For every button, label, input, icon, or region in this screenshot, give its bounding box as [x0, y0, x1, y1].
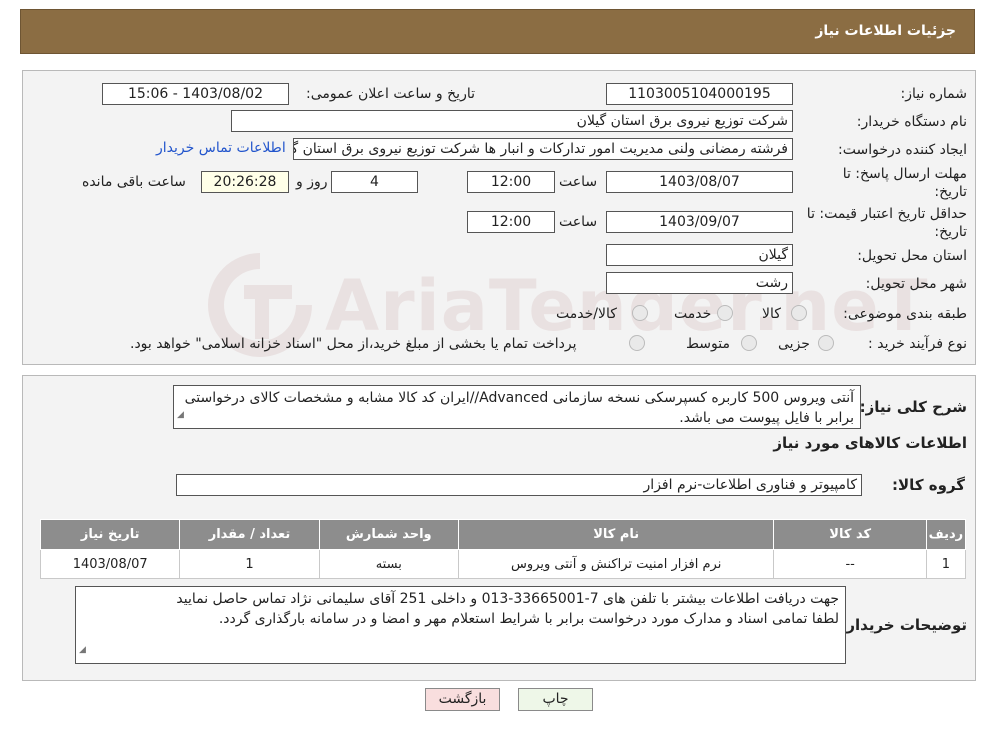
city-field: رشت: [606, 272, 793, 294]
cell-goods-name: نرم افزار امنیت تراکنش و آنتی ویروس: [457, 549, 775, 579]
cell-row-number: 1: [925, 549, 967, 579]
category-radio-goods[interactable]: [791, 305, 807, 321]
buyer-notes-line-2: لطفا تمامی اسناد و مدارک مورد درخواست بر…: [218, 611, 839, 627]
process-note: پرداخت تمام یا بخشی از مبلغ خرید،از محل …: [130, 336, 577, 352]
page-title: جزئیات اطلاعات نیاز: [815, 23, 956, 39]
reply-date-field: 1403/08/07: [606, 171, 793, 193]
remaining-time-field: 20:26:28: [201, 171, 289, 193]
process-radio-minor[interactable]: [818, 335, 834, 351]
goods-info-title: اطلاعات کالاهای مورد نیاز: [773, 434, 967, 452]
process-label: نوع فرآیند خرید :: [868, 336, 967, 352]
cell-goods-code: --: [773, 549, 927, 579]
announce-label: تاریخ و ساعت اعلان عمومی:: [306, 86, 475, 102]
page-header: جزئیات اطلاعات نیاز: [20, 9, 975, 54]
process-option-medium: متوسط: [686, 336, 730, 352]
buyer-org-field: شرکت توزیع نیروی برق استان گیلان: [231, 110, 793, 132]
goods-table: ردیف کد کالا نام کالا واحد شمارش تعداد /…: [39, 519, 967, 579]
price-validity-label: حداقل تاریخ اعتبار قیمت: تا: [806, 206, 967, 222]
announce-field: 1403/08/02 - 15:06: [102, 83, 289, 105]
need-number-field: 1103005104000195: [606, 83, 793, 105]
buyer-contact-link[interactable]: اطلاعات تماس خریدار: [156, 140, 286, 156]
need-number-label: شماره نیاز:: [900, 86, 968, 102]
goods-table-header: ردیف کد کالا نام کالا واحد شمارش تعداد /…: [39, 519, 967, 550]
table-row: 1 -- نرم افزار امنیت تراکنش و آنتی ویروس…: [39, 549, 967, 579]
category-option-goods: کالا: [762, 306, 781, 322]
buyer-notes-line-1: جهت دریافت اطلاعات بیشتر با تلفن های 7-3…: [176, 591, 839, 607]
category-radio-service[interactable]: [717, 305, 733, 321]
col-goods-name: نام کالا: [457, 519, 775, 550]
resize-grip-icon[interactable]: ◢: [177, 405, 184, 425]
buyer-org-label: نام دستگاه خریدار:: [856, 114, 967, 130]
col-goods-code: کد کالا: [773, 519, 927, 550]
goods-group-label: گروه کالا:: [892, 476, 965, 494]
col-unit: واحد شمارش: [318, 519, 459, 550]
category-option-service: خدمت: [674, 306, 712, 322]
reply-deadline-label-2: تاریخ:: [934, 184, 967, 200]
price-date-field: 1403/09/07: [606, 211, 793, 233]
col-need-date: تاریخ نیاز: [39, 519, 181, 550]
treasury-checkbox[interactable]: [629, 335, 645, 351]
province-label: استان محل تحویل:: [857, 248, 967, 264]
price-validity-label-2: تاریخ:: [934, 224, 967, 240]
province-field: گیلان: [606, 244, 793, 266]
reply-time-label: ساعت: [559, 174, 598, 190]
reply-time-field: 12:00: [467, 171, 555, 193]
category-label: طبقه بندی موضوعی:: [843, 306, 967, 322]
buyer-notes-label: توضیحات خریدار:: [840, 616, 967, 634]
summary-textarea[interactable]: آنتی ویروس 500 کاربره کسپرسکی نسخه سازما…: [173, 385, 861, 429]
buyer-notes-textarea[interactable]: جهت دریافت اطلاعات بیشتر با تلفن های 7-3…: [75, 586, 846, 664]
days-field: 4: [331, 171, 418, 193]
price-time-label: ساعت: [559, 214, 598, 230]
reply-deadline-label: مهلت ارسال پاسخ: تا: [842, 166, 967, 182]
city-label: شهر محل تحویل:: [865, 276, 967, 292]
summary-text: آنتی ویروس 500 کاربره کسپرسکی نسخه سازما…: [184, 390, 854, 426]
goods-group-field: کامپیوتر و فناوری اطلاعات-نرم افزار: [176, 474, 862, 496]
process-option-minor: جزیی: [778, 336, 810, 352]
price-time-field: 12:00: [467, 211, 555, 233]
col-row-number: ردیف: [925, 519, 967, 550]
category-option-goods-service: کالا/خدمت: [556, 306, 617, 322]
cell-quantity: 1: [179, 549, 320, 579]
creator-label: ایجاد کننده درخواست:: [838, 142, 967, 158]
remaining-label: ساعت باقی مانده: [82, 174, 186, 190]
cell-unit: بسته: [318, 549, 459, 579]
days-label: روز و: [296, 174, 328, 190]
back-button[interactable]: بازگشت: [425, 688, 500, 711]
category-radio-goods-service[interactable]: [632, 305, 648, 321]
cell-need-date: 1403/08/07: [39, 549, 181, 579]
summary-label: شرح کلی نیاز:: [859, 398, 967, 416]
creator-field: فرشته رمضانی ولنی مدیریت امور تدارکات و …: [293, 138, 793, 160]
resize-grip-icon[interactable]: ◢: [79, 640, 86, 660]
process-radio-medium[interactable]: [741, 335, 757, 351]
col-quantity: تعداد / مقدار: [179, 519, 320, 550]
print-button[interactable]: چاپ: [518, 688, 593, 711]
